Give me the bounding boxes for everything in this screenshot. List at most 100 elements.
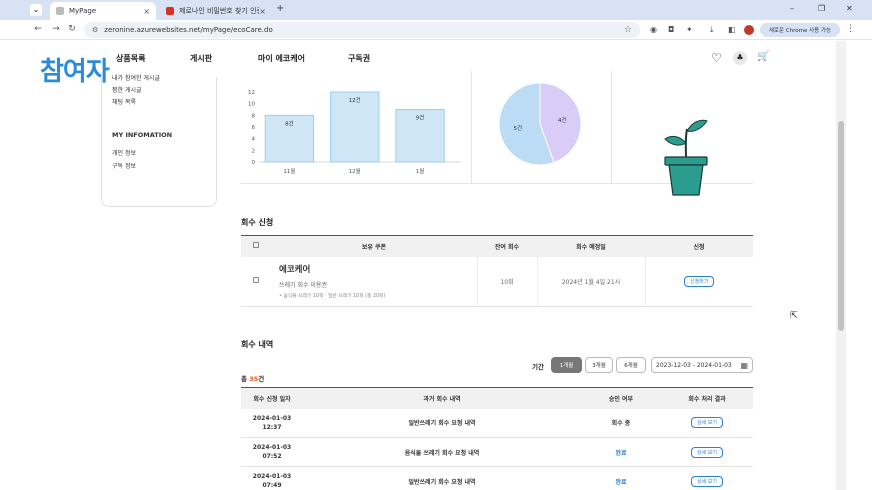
total-suffix: 건: [258, 375, 265, 383]
coupon-cell: 에코케어 쓰레기 회수 이용권 • 음식물 쓰레기 10회 · 일반 쓰레기 1…: [271, 256, 478, 307]
sidebar-item-my-posts[interactable]: 내가 참여한 게시글: [112, 73, 160, 82]
extension-icon[interactable]: ◉: [650, 25, 657, 34]
bookmark-star-icon[interactable]: ☆: [624, 25, 632, 35]
bar-data-label: 12건: [349, 97, 361, 104]
history-desc: 일반쓰레기 회수 요청 내역: [303, 408, 581, 438]
apply-button[interactable]: 신청하기: [684, 275, 715, 287]
table-row: 2024-01-03 07:49 일반쓰레기 회수 요청 내역 완료 상세 보기: [241, 466, 753, 490]
tab-bar: ⌄ MyPage × 제로나인 비밀번호 찾기 인증 × + – ❐ ✕: [0, 0, 872, 20]
sidebar-item-subscription[interactable]: 구독 정보: [112, 161, 136, 170]
calendar-icon[interactable]: ▦: [740, 361, 748, 370]
close-tab-icon[interactable]: ×: [259, 7, 266, 16]
mascot-icon[interactable]: ♣: [733, 51, 747, 65]
forward-icon[interactable]: →: [50, 24, 62, 34]
request-time: 12:37: [262, 423, 282, 431]
back-icon[interactable]: ←: [32, 24, 44, 34]
bar-data-label: 9건: [416, 115, 425, 122]
pie-data-label: 4건: [558, 117, 567, 124]
detail-button[interactable]: 상세 보기: [691, 417, 723, 429]
column-header: 과거 회수 내역: [303, 387, 581, 409]
y-tick-label: 10: [248, 102, 255, 108]
reload-icon[interactable]: ↻: [66, 24, 78, 34]
y-tick-label: 0: [252, 160, 256, 166]
period-6-months-button[interactable]: 6개월: [616, 357, 646, 373]
column-header: 신청: [645, 235, 753, 257]
table-row: 2024-01-03 07:52 음식물 쓰레기 회수 요청 내역 완료 상세 보…: [241, 437, 753, 467]
profile-avatar[interactable]: [744, 25, 754, 35]
tab-title: 제로나인 비밀번호 찾기 인증: [179, 7, 260, 15]
address-bar[interactable]: ⚙ zeronine.azurewebsites.net/myPage/ecoC…: [84, 22, 640, 38]
column-header: 승인 여부: [581, 387, 661, 409]
approval-status: 완료: [581, 437, 661, 467]
table-header-row: 회수 신청 일자 과거 회수 내역 승인 여부 회수 처리 결과: [241, 387, 753, 409]
update-chrome-button[interactable]: 새로운 Chrome 사용 가능: [760, 23, 840, 37]
period-1-month-button[interactable]: 1개월: [551, 357, 582, 373]
date-range-text: 2023-12-03 - 2024-01-03: [656, 361, 732, 369]
column-header: 잔여 회수: [477, 235, 537, 257]
detail-button[interactable]: 상세 보기: [691, 475, 723, 487]
row-checkbox[interactable]: [253, 277, 259, 284]
menu-icon[interactable]: ⋮: [846, 24, 855, 34]
site-logo[interactable]: 참여자: [40, 51, 110, 88]
result-cell: 상세 보기: [661, 466, 753, 490]
new-tab-button[interactable]: +: [276, 3, 284, 14]
select-all-checkbox[interactable]: [253, 242, 259, 249]
nav-board[interactable]: 게시판: [190, 53, 212, 64]
select-all-header: [241, 235, 271, 257]
request-date-cell: 2024-01-03 12:37: [241, 408, 303, 438]
column-header: 보유 쿠폰: [271, 235, 477, 257]
request-date: 2024-01-03: [252, 444, 292, 451]
cart-icon[interactable]: 🛒: [757, 51, 769, 62]
column-header: 회수 처리 결과: [661, 387, 753, 409]
sidepanel-icon[interactable]: ◧: [728, 25, 736, 34]
period-3-months-button[interactable]: 3개월: [585, 357, 613, 373]
restore-icon[interactable]: ❐: [818, 4, 825, 13]
sidebar: 내가 참여한 게시글 찜한 게시글 채팅 목록 MY INFOMATION 개인…: [101, 75, 217, 207]
heart-icon[interactable]: ♡: [711, 51, 722, 65]
page-scrollbar[interactable]: [836, 41, 846, 490]
result-cell: 상세 보기: [661, 437, 753, 467]
column-header: 회수 신청 일자: [241, 387, 303, 409]
coupon-name: 에코케어: [279, 265, 311, 276]
tab-search-icon[interactable]: ⌄: [30, 4, 42, 16]
browser-edge: [846, 41, 872, 490]
close-tab-icon[interactable]: ×: [143, 7, 150, 16]
date-range-input[interactable]: 2023-12-03 - 2024-01-03 ▦: [651, 357, 753, 373]
history-table: 회수 신청 일자 과거 회수 내역 승인 여부 회수 처리 결과 2024-01…: [241, 387, 753, 490]
puzzle-icon[interactable]: ✦: [686, 25, 693, 34]
table-row: 2024-01-03 12:37 일반쓰레기 회수 요청 내역 회수 중 상세 보…: [241, 408, 753, 438]
request-section-title: 회수 신청: [241, 218, 274, 227]
window-close-icon[interactable]: ✕: [846, 4, 853, 13]
request-date-cell: 2024-01-03 07:49: [241, 466, 303, 490]
y-tick-label: 8: [252, 113, 256, 119]
site-info-icon[interactable]: ⚙: [92, 26, 98, 34]
history-desc: 음식물 쓰레기 회수 요청 내역: [303, 437, 581, 467]
request-time: 07:52: [262, 453, 282, 460]
sidebar-item-personal-info[interactable]: 개인 정보: [112, 148, 136, 157]
remaining-count: 10회: [477, 256, 538, 307]
request-date: 2024-01-03: [252, 414, 292, 422]
sidebar-item-chat-list[interactable]: 채팅 목록: [112, 97, 136, 106]
tab-password-reset[interactable]: 제로나인 비밀번호 찾기 인증 ×: [160, 2, 272, 20]
sidebar-item-liked-posts[interactable]: 찜한 게시글: [112, 85, 142, 94]
result-cell: 상세 보기: [661, 408, 753, 438]
column-header: 회수 예정일: [537, 235, 645, 257]
camera-icon[interactable]: ◘: [668, 25, 674, 34]
nav-products[interactable]: 상품목록: [116, 53, 145, 64]
minimize-icon[interactable]: –: [790, 4, 794, 13]
nav-my-ecocare[interactable]: 마이 에코케어: [258, 53, 305, 64]
detail-button[interactable]: 상세 보기: [691, 446, 723, 458]
history-desc: 일반쓰레기 회수 요청 내역: [303, 466, 581, 490]
scrollbar-thumb[interactable]: [838, 121, 844, 331]
download-icon[interactable]: ⤓: [710, 25, 714, 35]
table-header-row: 보유 쿠폰 잔여 회수 회수 예정일 신청: [241, 235, 753, 257]
monthly-bar-chart: 0 2 4 6 8 10 12 8건 11월 12건 12월 9건 1월: [248, 90, 461, 175]
stats-panel: 0 2 4 6 8 10 12 8건 11월 12건 12월 9건 1월 4건 5건: [241, 71, 753, 196]
browser-toolbar: ← → ↻ ⚙ zeronine.azurewebsites.net/myPag…: [0, 20, 872, 40]
scheduled-date: 2024년 1월 4일 21시: [537, 256, 646, 307]
tab-mypage[interactable]: MyPage ×: [50, 2, 156, 20]
tab-favicon-icon: [56, 7, 64, 15]
nav-subscription[interactable]: 구독권: [348, 53, 370, 64]
request-date: 2024-01-03: [252, 473, 292, 480]
row-select-cell: [241, 256, 271, 307]
